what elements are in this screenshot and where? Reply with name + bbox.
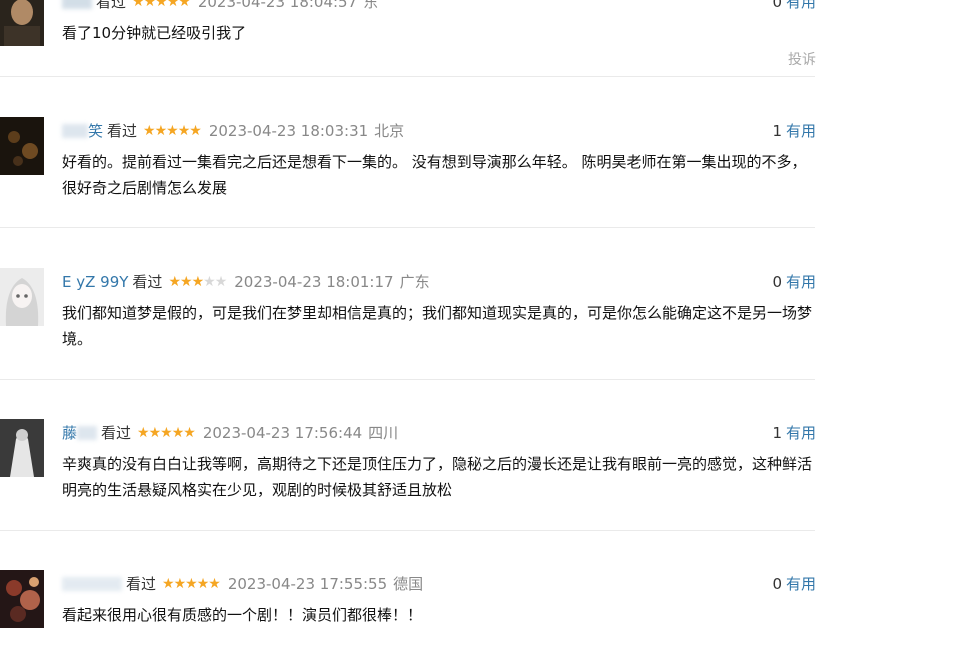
username-link[interactable]: E yZ 99Y (62, 272, 128, 292)
helpful-count: 0 (772, 273, 782, 291)
review-time: 2023-04-23 18:03:31 (208, 122, 369, 140)
review-content: 辛爽真的没有白白让我等啊，高期待之下还是顶住压力了，隐秘之后的漫长还是让我有眼前… (62, 455, 813, 499)
star-filled-icon: ★ (185, 576, 198, 592)
divider (0, 379, 815, 380)
username-blur (77, 426, 98, 440)
review-meta: E yZ 99Y 看过 ★★★★★ 2023-04-23 18:01:17 广东 (62, 272, 430, 292)
star-filled-icon: ★ (155, 0, 168, 10)
helpful-label: 有用 (785, 575, 816, 593)
review-meta: 笑 看过 ★★★★★ 2023-04-23 18:03:31 北京 (62, 121, 404, 141)
helpful-label: 有用 (785, 424, 816, 442)
divider (0, 530, 815, 531)
review-time: 2023-04-23 17:56:44 (202, 424, 363, 442)
star-filled-icon: ★ (168, 274, 181, 290)
star-filled-icon: ★ (148, 425, 162, 441)
star-filled-icon: ★ (143, 123, 156, 139)
star-filled-icon: ★ (166, 0, 180, 10)
watched-label: 看过 (96, 0, 127, 11)
helpful-label: 有用 (785, 273, 816, 291)
review-time: 2023-04-23 17:55:55 (227, 575, 388, 593)
star-empty-icon: ★ (203, 274, 216, 290)
rating-stars: ★★★★★ (137, 423, 196, 443)
helpful-count: 0 (772, 575, 782, 593)
avatar[interactable] (0, 570, 44, 628)
review-meta: 看过 ★★★★★ 2023-04-23 17:55:55 德国 (62, 574, 423, 594)
star-filled-icon: ★ (191, 274, 205, 290)
star-filled-icon: ★ (196, 576, 210, 592)
helpful-button[interactable]: 0 有用 (772, 0, 816, 12)
review-content: 我们都知道梦是假的，可是我们在梦里却相信是真的；我们都知道现实是真的，可是你怎么… (62, 304, 813, 348)
helpful-button[interactable]: 1 有用 (772, 423, 816, 443)
username-link[interactable] (62, 577, 122, 591)
review-location: 广东 (399, 273, 430, 291)
avatar[interactable] (0, 268, 44, 326)
divider (0, 76, 815, 77)
watched-label: 看过 (107, 122, 138, 140)
review-time: 2023-04-23 18:01:17 (234, 273, 394, 291)
helpful-button[interactable]: 0 有用 (772, 272, 816, 292)
review-location: 北京 (374, 122, 405, 140)
star-filled-icon: ★ (178, 0, 191, 10)
star-filled-icon: ★ (160, 425, 173, 441)
review-location: 四川 (368, 424, 399, 442)
star-filled-icon: ★ (171, 425, 185, 441)
divider (0, 227, 815, 228)
star-filled-icon: ★ (173, 576, 187, 592)
star-filled-icon: ★ (137, 425, 150, 441)
watched-label: 看过 (101, 424, 132, 442)
watched-label: 看过 (126, 575, 157, 593)
star-filled-icon: ★ (180, 274, 193, 290)
star-filled-icon: ★ (162, 576, 175, 592)
review-meta: 藤 看过 ★★★★★ 2023-04-23 17:56:44 四川 (62, 423, 398, 443)
star-filled-icon: ★ (154, 123, 168, 139)
review-time: 2023-04-23 18:04:57 (197, 0, 358, 11)
star-filled-icon: ★ (183, 425, 196, 441)
star-filled-icon: ★ (208, 576, 221, 592)
star-filled-icon: ★ (143, 0, 157, 10)
star-filled-icon: ★ (189, 123, 202, 139)
review-location: 德国 (393, 575, 424, 593)
rating-stars: ★★★★★ (132, 0, 191, 12)
rating-stars: ★★★★★ (143, 121, 202, 141)
username-link[interactable] (62, 0, 92, 9)
avatar[interactable] (0, 117, 44, 175)
rating-stars: ★★★★★ (168, 272, 228, 292)
review-content: 看了10分钟就已经吸引我了 (62, 24, 247, 42)
helpful-count: 1 (772, 122, 782, 140)
username-link[interactable] (62, 124, 88, 138)
star-filled-icon: ★ (166, 123, 179, 139)
avatar[interactable] (0, 419, 44, 477)
report-link[interactable]: 投诉 (788, 49, 816, 69)
helpful-button[interactable]: 0 有用 (772, 574, 816, 594)
helpful-label: 有用 (785, 0, 816, 11)
review-content: 好看的。提前看过一集看完之后还是想看下一集的。 没有想到导演那么年轻。 陈明昊老… (62, 153, 807, 197)
rating-stars: ★★★★★ (162, 574, 221, 594)
watched-label: 看过 (132, 273, 163, 291)
helpful-label: 有用 (785, 122, 816, 140)
review-meta: 看过 ★★★★★ 2023-04-23 18:04:57 东 (62, 0, 378, 12)
star-filled-icon: ★ (177, 123, 191, 139)
star-empty-icon: ★ (214, 274, 228, 290)
review-location: 东 (363, 0, 379, 11)
helpful-button[interactable]: 1 有用 (772, 121, 816, 141)
helpful-count: 1 (772, 424, 782, 442)
star-filled-icon: ★ (132, 0, 145, 10)
username-link[interactable]: 藤 (62, 423, 77, 443)
helpful-count: 0 (772, 0, 782, 11)
avatar[interactable] (0, 0, 44, 46)
username-link-text[interactable]: 笑 (88, 121, 103, 141)
review-content: 看起来很用心很有质感的一个剧！！演员们都很棒！！ (62, 606, 423, 624)
